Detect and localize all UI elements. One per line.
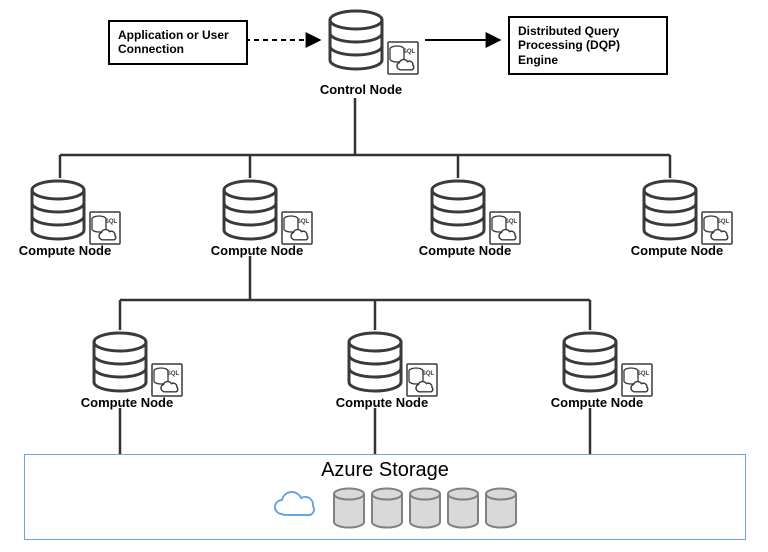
compute-node-3-label: Compute Node (410, 243, 520, 258)
control-node-cylinder-icon (330, 11, 382, 69)
compute-node-1-sql-badge-icon (90, 212, 120, 244)
application-connection-box: Application or User Connection (108, 20, 248, 65)
compute-node-4-label: Compute Node (622, 243, 732, 258)
compute-node-2-sql-badge-icon (282, 212, 312, 244)
compute-node-3-cylinder-icon (432, 181, 484, 239)
compute-node-7-label: Compute Node (542, 395, 652, 410)
control-node-label: Control Node (306, 82, 416, 97)
compute-node-2-cylinder-icon (224, 181, 276, 239)
application-connection-text: Application or User Connection (118, 28, 229, 56)
compute-node-1-cylinder-icon (32, 181, 84, 239)
compute-node-3-sql-badge-icon (490, 212, 520, 244)
compute-node-7-sql-badge-icon (622, 364, 652, 396)
compute-node-5-label: Compute Node (72, 395, 182, 410)
azure-storage-label: Azure Storage (25, 459, 745, 482)
compute-node-5-sql-badge-icon (152, 364, 182, 396)
compute-node-7-cylinder-icon (564, 333, 616, 391)
compute-node-6-cylinder-icon (349, 333, 401, 391)
compute-node-1-label: Compute Node (10, 243, 120, 258)
dqp-engine-box: Distributed Query Processing (DQP) Engin… (508, 16, 668, 75)
compute-node-2-label: Compute Node (202, 243, 312, 258)
architecture-diagram: Application or User Connection Distribut… (0, 0, 768, 552)
control-node-sql-badge-icon (388, 42, 418, 74)
compute-node-5-cylinder-icon (94, 333, 146, 391)
compute-node-6-label: Compute Node (327, 395, 437, 410)
compute-node-4-cylinder-icon (644, 181, 696, 239)
compute-node-4-sql-badge-icon (702, 212, 732, 244)
azure-storage-box: Azure Storage (24, 454, 746, 540)
compute-node-6-sql-badge-icon (407, 364, 437, 396)
dqp-engine-text: Distributed Query Processing (DQP) Engin… (518, 24, 620, 67)
